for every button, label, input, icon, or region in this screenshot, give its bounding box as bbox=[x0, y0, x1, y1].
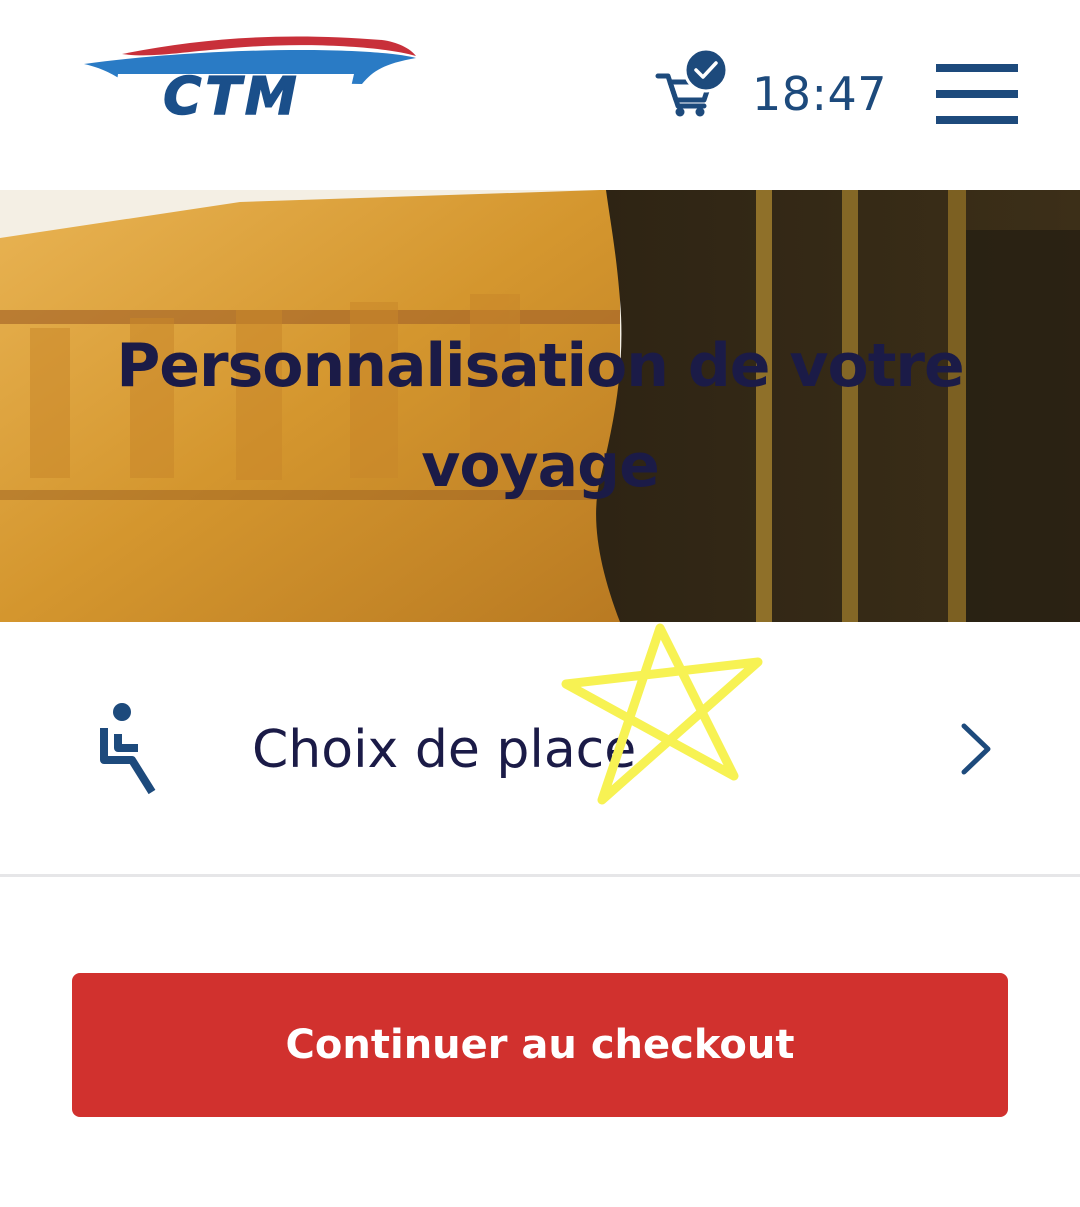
chevron-right-icon bbox=[958, 722, 994, 776]
section-divider bbox=[0, 874, 1080, 877]
continue-checkout-button[interactable]: Continuer au checkout bbox=[72, 973, 1008, 1117]
svg-text:CTM: CTM bbox=[163, 67, 300, 126]
ctm-logo[interactable]: CTM bbox=[82, 34, 420, 128]
cart-button[interactable] bbox=[652, 47, 732, 120]
hero-banner: Personnalisation de votre voyage bbox=[0, 190, 1080, 622]
current-time: 18:47 bbox=[752, 67, 888, 121]
seat-icon bbox=[96, 700, 160, 796]
hamburger-menu-icon[interactable] bbox=[934, 62, 1020, 126]
page-title: Personnalisation de votre voyage bbox=[116, 331, 964, 501]
app-header: CTM 18:47 bbox=[0, 0, 1080, 190]
seat-selection-label: Choix de place bbox=[252, 720, 637, 780]
